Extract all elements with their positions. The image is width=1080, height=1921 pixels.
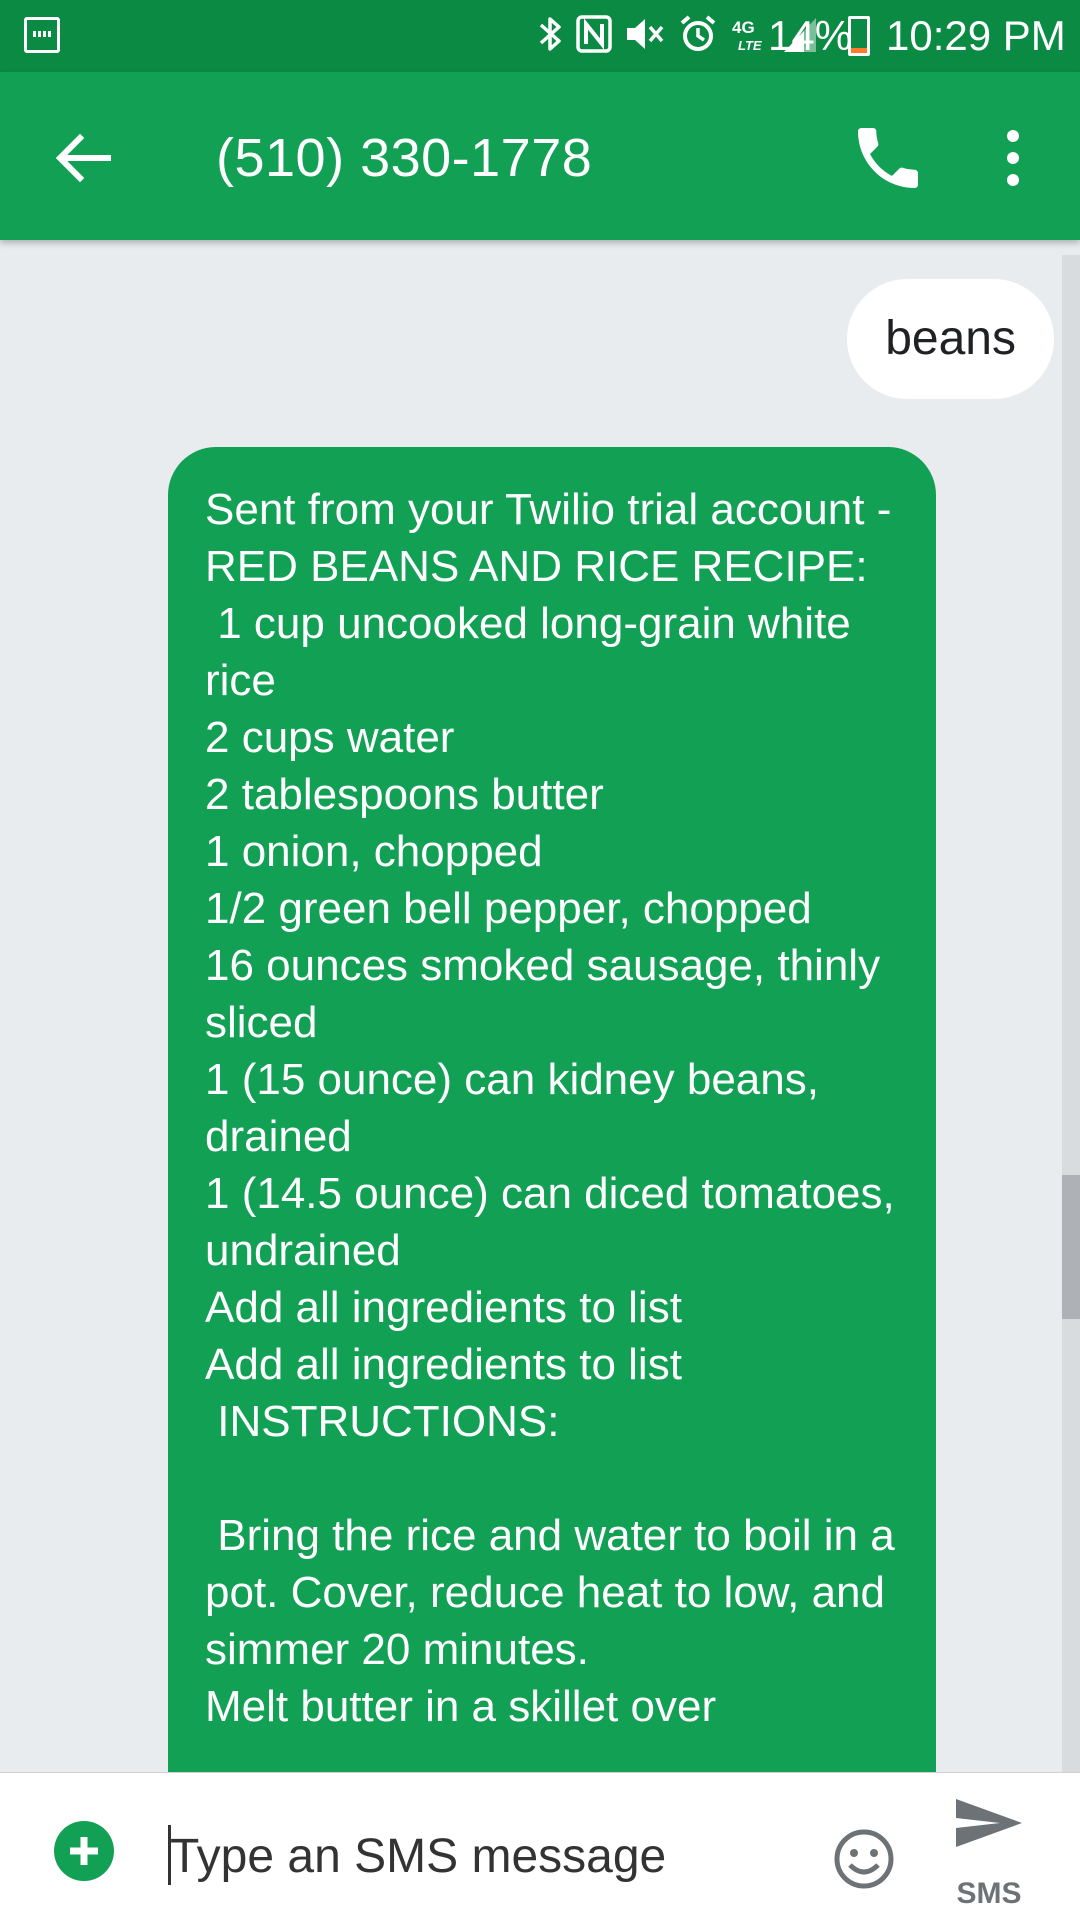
message-list[interactable]: beans Sent from your Twilio trial accoun… [0, 240, 1080, 1772]
alarm-icon [678, 14, 718, 54]
status-bar: 4G LTE 14% 10:29 PM [0, 0, 1080, 72]
call-button[interactable] [848, 118, 928, 198]
battery-icon [848, 16, 870, 56]
compose-bar: SMS [0, 1772, 1080, 1921]
phone-icon [858, 128, 918, 188]
battery-percent: 14% [768, 12, 853, 59]
lte-icon: 4G LTE [730, 14, 770, 54]
send-button[interactable]: SMS [952, 1795, 1072, 1915]
svg-text:LTE: LTE [738, 38, 762, 53]
app-bar: (510) 330-1778 [0, 72, 1080, 240]
message-input[interactable] [168, 1815, 792, 1897]
send-label: SMS [956, 1877, 1022, 1910]
scrollbar[interactable] [1062, 255, 1080, 1772]
incoming-message[interactable]: Sent from your Twilio trial account - RE… [168, 447, 936, 1772]
clock: 10:29 PM [886, 12, 1066, 59]
screenshot-icon [24, 17, 60, 53]
plus-circle-icon [70, 1837, 98, 1865]
bluetooth-icon [538, 14, 564, 54]
more-options-button[interactable] [990, 122, 1036, 194]
outgoing-message[interactable]: beans [847, 279, 1054, 399]
emoji-icon [834, 1829, 894, 1889]
nfc-icon [576, 14, 612, 54]
arrow-left-icon [55, 133, 111, 183]
scrollbar-thumb[interactable] [1062, 1175, 1080, 1319]
attach-button[interactable] [54, 1821, 114, 1881]
send-icon [956, 1799, 1022, 1847]
back-button[interactable] [48, 122, 120, 194]
mute-icon [624, 14, 666, 54]
contact-title: (510) 330-1778 [216, 128, 593, 188]
svg-text:4G: 4G [732, 18, 755, 37]
emoji-button[interactable] [832, 1827, 896, 1891]
more-vert-icon [1007, 130, 1019, 186]
